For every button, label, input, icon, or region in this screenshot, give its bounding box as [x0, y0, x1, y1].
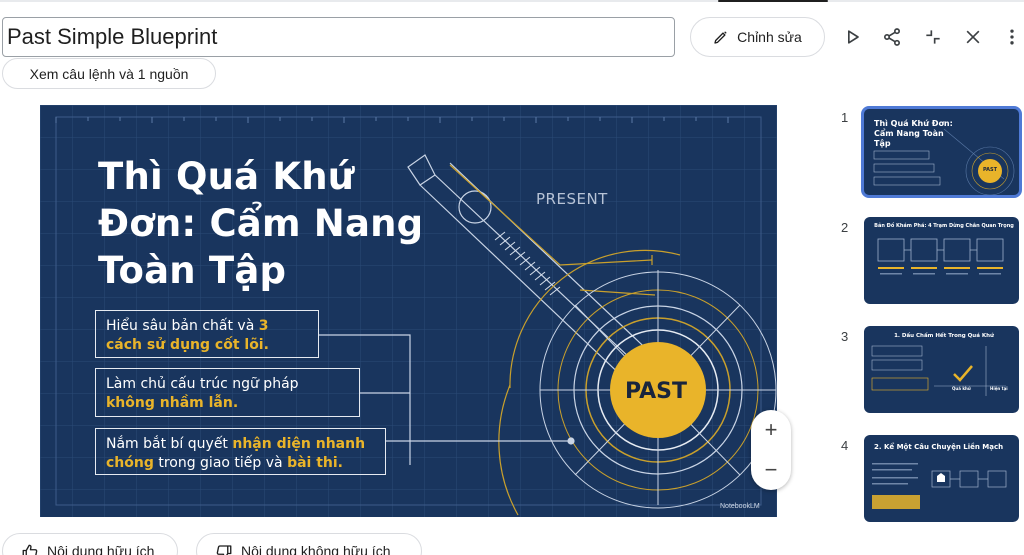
share-icon[interactable] — [880, 25, 904, 49]
thumbnail-3-graphic — [871, 345, 1006, 396]
more-vert-icon[interactable] — [1000, 25, 1024, 49]
title-input[interactable] — [2, 17, 675, 57]
callout-1: Hiểu sâu bản chất và 3 cách sử dụng cốt … — [95, 310, 319, 358]
top-indicator — [718, 0, 828, 2]
sources-chip-label: Xem câu lệnh và 1 nguồn — [29, 65, 189, 82]
thumbnail-slide-2[interactable]: Bản Đồ Khám Phá: 4 Trạm Dừng Chân Quan T… — [864, 217, 1019, 304]
thumbnail-4-graphic — [872, 463, 1007, 509]
thumbnail-number-1: 1 — [841, 110, 849, 125]
zoom-control: + − — [751, 410, 791, 490]
thumbnail-number-4: 4 — [841, 438, 849, 453]
sources-chip[interactable]: Xem câu lệnh và 1 nguồn — [2, 58, 216, 89]
close-icon[interactable] — [961, 25, 985, 49]
helpful-button-label: Nội dung hữu ích — [47, 543, 155, 555]
pencil-icon — [713, 29, 729, 45]
thumbnail-3-label-past: Quá khứ — [952, 386, 971, 391]
not-helpful-button[interactable]: Nội dung không hữu ích — [196, 533, 422, 555]
callout-1-text: Hiểu sâu bản chất và — [106, 318, 259, 334]
collapse-icon[interactable] — [921, 25, 945, 49]
callout-2-highlight: không nhầm lẫn. — [106, 395, 239, 411]
thumbnail-number-2: 2 — [841, 220, 849, 235]
thumbnail-number-3: 3 — [841, 329, 849, 344]
past-label: PAST — [625, 379, 687, 404]
edit-button[interactable]: Chỉnh sửa — [690, 17, 825, 57]
thumbnail-slide-4[interactable]: 2. Kể Một Câu Chuyện Liền Mạch — [864, 435, 1019, 522]
zoom-in-button[interactable]: + — [751, 410, 791, 450]
zoom-out-button[interactable]: − — [751, 450, 791, 490]
thumbnail-slide-1[interactable]: Thì Quá Khứ Đơn: Cẩm Nang Toàn Tập PAST — [861, 106, 1022, 198]
top-divider — [0, 0, 1024, 2]
thumbs-down-icon — [215, 543, 233, 555]
thumbnail-2-graphic — [877, 238, 1004, 275]
edit-button-label: Chỉnh sửa — [737, 29, 802, 45]
callout-3: Nắm bắt bí quyết nhận diện nhanh chóng t… — [95, 428, 386, 475]
callout-3-highlight-b: bài thi. — [287, 455, 343, 471]
present-label: PRESENT — [536, 190, 608, 208]
not-helpful-button-label: Nội dung không hữu ích — [241, 543, 391, 555]
thumbnail-1-title: Thì Quá Khứ Đơn: Cẩm Nang Toàn Tập — [874, 119, 953, 148]
callout-2-text: Làm chủ cấu trúc ngữ pháp — [106, 376, 299, 392]
helpful-button[interactable]: Nội dung hữu ích — [2, 533, 178, 555]
thumbnail-1-badge: PAST — [982, 167, 998, 173]
slide-title: Thì Quá Khứ Đơn: Cẩm Nang Toàn Tập — [98, 155, 424, 292]
thumbnail-slide-3[interactable]: 1. Dấu Chấm Hết Trong Quá Khứ Quá khứ Hi… — [864, 326, 1019, 413]
thumbs-up-icon — [21, 543, 39, 555]
notebooklm-watermark: NotebookLM — [720, 503, 760, 510]
slide-viewer: Chỉnh sửa Xem câu lệnh và 1 nguồn — [0, 0, 1024, 555]
callout-3-text-b: trong giao tiếp và — [153, 455, 288, 471]
callout-2: Làm chủ cấu trúc ngữ pháp không nhầm lẫn… — [95, 368, 360, 417]
main-slide: Thì Quá Khứ Đơn: Cẩm Nang Toàn Tập Hiểu … — [40, 105, 777, 517]
callout-3-text-a: Nắm bắt bí quyết — [106, 436, 233, 452]
play-icon[interactable] — [841, 25, 865, 49]
thumbnail-3-label-present: Hiện tại — [990, 386, 1008, 391]
